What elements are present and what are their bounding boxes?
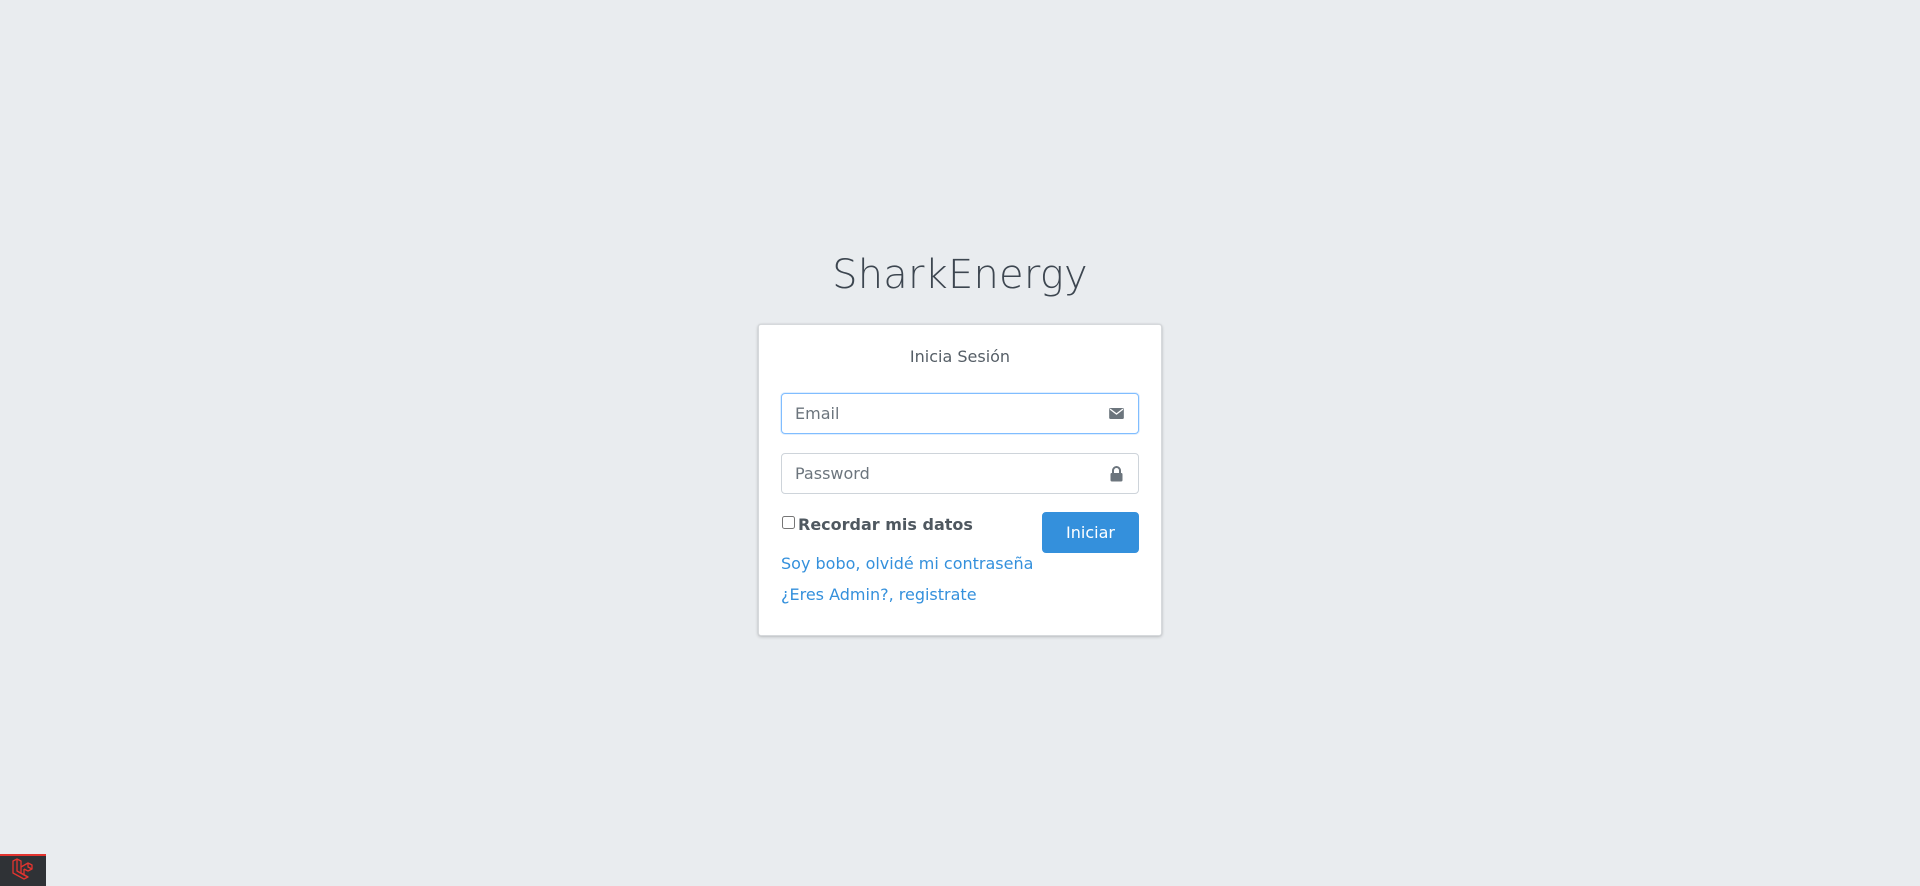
- login-message: Inicia Sesión: [909, 347, 1011, 366]
- email-input-group: [781, 393, 1139, 434]
- form-actions-row: Recordar mis datos Iniciar: [781, 512, 1139, 557]
- debugbar-toggle[interactable]: [0, 854, 46, 886]
- forgot-password-link[interactable]: Soy bobo, olvidé mi contraseña: [781, 554, 1139, 574]
- auth-links: Soy bobo, olvidé mi contraseña ¿Eres Adm…: [781, 554, 1139, 605]
- app-logo[interactable]: SharkEnergy: [758, 250, 1162, 300]
- lock-icon: [1094, 454, 1138, 493]
- login-form: Recordar mis datos Iniciar: [781, 393, 1139, 557]
- remember-label[interactable]: Recordar mis datos: [798, 515, 973, 534]
- envelope-icon: [1094, 394, 1138, 433]
- password-input-group: [781, 453, 1139, 494]
- password-input[interactable]: [781, 453, 1139, 494]
- remember-checkbox[interactable]: [782, 516, 795, 529]
- email-input[interactable]: [781, 393, 1139, 434]
- login-box: SharkEnergy Inicia Sesión Email Recordar…: [758, 250, 1162, 636]
- login-card: Inicia Sesión Email Recordar mis datos I…: [758, 324, 1162, 636]
- remember-me: Recordar mis datos: [781, 513, 973, 534]
- login-submit-button[interactable]: Iniciar: [1042, 512, 1139, 553]
- register-admin-link[interactable]: ¿Eres Admin?, registrate: [781, 585, 1139, 605]
- laravel-logo-icon: [11, 857, 35, 885]
